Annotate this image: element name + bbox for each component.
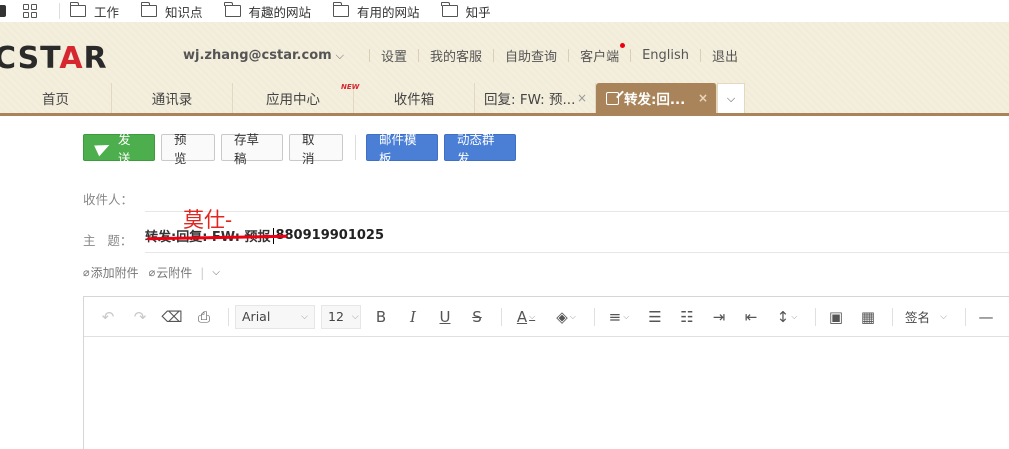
send-button[interactable]: 发送: [83, 132, 155, 166]
bullet-list-icon[interactable]: ☰: [641, 306, 669, 328]
apps-grid-icon[interactable]: [23, 4, 37, 18]
bookmark-separator: [59, 3, 60, 19]
bookmark-label: 有用的网站: [357, 4, 420, 20]
chevron-down-icon: ⌵: [301, 311, 308, 322]
cloud-attachment-link[interactable]: 云附件: [156, 264, 192, 281]
tab-label: 转发:回...: [624, 92, 686, 108]
tab-forward[interactable]: 转发:回... ×: [596, 83, 717, 113]
bookmark-zhihu[interactable]: 知乎: [441, 2, 491, 21]
font-size-value: 12: [328, 309, 344, 324]
chevron-down-icon: ⌵: [351, 311, 359, 322]
strikethrough-icon[interactable]: S: [463, 306, 491, 328]
format-painter-icon[interactable]: ⎙: [190, 306, 218, 328]
numbered-list-icon[interactable]: ☷: [673, 306, 701, 328]
chevron-down-icon[interactable]: ⌵: [212, 267, 220, 278]
font-color-icon[interactable]: A ⌵: [508, 306, 544, 328]
bookmark-useful-sites[interactable]: 有用的网站: [332, 2, 420, 21]
subject-underline: [145, 252, 1009, 253]
horizontal-rule-icon[interactable]: —: [972, 306, 1000, 328]
folder-icon: [140, 2, 158, 17]
tab-label: 应用中心: [266, 92, 320, 108]
paperclip-icon: ⌀: [83, 266, 90, 279]
nav-logout[interactable]: 退出: [712, 46, 738, 65]
close-icon[interactable]: ×: [577, 91, 587, 105]
signature-label: 签名: [905, 310, 931, 325]
outdent-icon[interactable]: ⇤: [737, 306, 765, 328]
bookmark-fun-sites[interactable]: 有趣的网站: [224, 2, 312, 21]
image-icon[interactable]: ▣: [822, 306, 850, 328]
bookmark-label: 知乎: [465, 4, 491, 20]
paper-plane-icon: [94, 139, 112, 156]
chevron-down-icon: ⌵: [940, 311, 947, 322]
tab-inbox[interactable]: 收件箱: [354, 83, 475, 113]
group-send-button[interactable]: 动态群发: [444, 132, 516, 166]
tab-label: 通讯录: [151, 92, 193, 108]
redo-icon[interactable]: ↷: [126, 306, 154, 328]
mail-template-button[interactable]: 邮件模板: [366, 132, 438, 166]
user-account[interactable]: wj.zhang@cstar.com: [183, 48, 332, 63]
eraser-icon[interactable]: ⌫: [158, 306, 186, 328]
nav-settings[interactable]: 设置: [381, 46, 407, 65]
bookmark-knowledge[interactable]: 知识点: [140, 2, 203, 21]
save-draft-button[interactable]: 存草稿: [221, 132, 283, 166]
folder-icon: [69, 2, 86, 17]
line-height-icon[interactable]: ↕ ⌵: [769, 306, 805, 328]
font-size-select[interactable]: 12 ⌵: [321, 304, 361, 329]
font-family-value: Arial: [242, 309, 271, 324]
subject-label: 主 题：: [83, 233, 133, 248]
italic-icon[interactable]: I: [399, 306, 427, 328]
mail-header: CSTAR wj.zhang@cstar.com ⌵ 设置 我的客服 自助查询 …: [0, 22, 1009, 116]
paperclip-icon: ⌀: [148, 266, 156, 279]
indent-icon[interactable]: ⇥: [705, 306, 733, 328]
tab-contacts[interactable]: 通讯录: [112, 83, 233, 113]
folder-icon: [332, 2, 350, 17]
editor-toolbar: ↶ ↷ ⌫ ⎙ Arial ⌵ 12 ⌵ B I U S A ⌵ ◈ ⌵ ≡ ⌵ ☰ ☷ …: [84, 297, 1009, 337]
tab-app-center[interactable]: 应用中心 NEW: [233, 83, 359, 113]
folder-icon: [441, 2, 458, 17]
undo-icon[interactable]: ↶: [94, 306, 122, 328]
bookmark-label: 有趣的网站: [248, 4, 312, 20]
nav-self-query[interactable]: 自助查询: [505, 46, 557, 65]
add-attachment-link[interactable]: 添加附件: [91, 264, 139, 281]
close-icon[interactable]: ×: [698, 91, 708, 105]
signature-select[interactable]: 签名 ⌵: [899, 305, 953, 329]
bookmark-label: 工作: [94, 4, 120, 20]
send-label: 发送: [118, 131, 131, 166]
top-nav: wj.zhang@cstar.com ⌵ 设置 我的客服 自助查询 客户端 En…: [183, 43, 738, 65]
tab-home[interactable]: 首页: [0, 83, 112, 113]
notification-dot: [620, 43, 626, 48]
table-icon[interactable]: ▦: [854, 306, 882, 328]
folder-icon: [224, 2, 241, 17]
preview-button[interactable]: 预 览: [161, 132, 215, 166]
tab-reply[interactable]: 回复: FW: 预... ×: [475, 83, 596, 113]
sidebar-toggle-icon[interactable]: [0, 5, 6, 17]
nav-english[interactable]: English: [642, 48, 689, 63]
align-icon[interactable]: ≡ ⌵: [601, 306, 637, 328]
nav-client[interactable]: 客户端: [580, 43, 626, 65]
chevron-down-icon[interactable]: ⌵: [717, 83, 745, 113]
underline-icon[interactable]: U: [431, 306, 459, 328]
recipient-field[interactable]: [145, 211, 1009, 212]
bookmarks-bar: 工作 知识点 有趣的网站 有用的网站 知乎: [0, 0, 1009, 22]
highlight-icon[interactable]: ◈ ⌵: [548, 306, 584, 328]
tab-bar: 首页 通讯录 应用中心 NEW 收件箱 回复: FW: 预... × 转发:回...…: [0, 83, 1009, 116]
tab-label: 收件箱: [393, 92, 435, 108]
subject-text: 880919901025: [275, 228, 385, 243]
cancel-button[interactable]: 取 消: [289, 132, 343, 166]
attachment-bar: ⌀ 添加附件 ⌀ 云附件 | ⌵: [83, 264, 220, 281]
tab-label: 回复: FW: 预...: [484, 92, 576, 108]
nav-customer-service[interactable]: 我的客服: [430, 46, 482, 65]
rich-text-editor[interactable]: ↶ ↷ ⌫ ⎙ Arial ⌵ 12 ⌵ B I U S A ⌵ ◈ ⌵ ≡ ⌵ ☰ ☷ …: [83, 296, 1009, 449]
bookmark-work[interactable]: 工作: [69, 2, 120, 21]
bookmark-label: 知识点: [165, 4, 203, 20]
nav-client-label: 客户端: [580, 50, 620, 65]
edit-icon: [606, 91, 619, 105]
tab-label: 首页: [42, 92, 69, 108]
cstar-logo[interactable]: CSTAR: [0, 41, 108, 76]
recipient-label: 收件人：: [83, 192, 134, 207]
bold-icon[interactable]: B: [367, 306, 395, 328]
chevron-down-icon[interactable]: ⌵: [336, 49, 344, 63]
font-family-select[interactable]: Arial ⌵: [235, 304, 315, 329]
compose-toolbar: 发送 预 览 存草稿 取 消 邮件模板 动态群发: [83, 132, 522, 166]
